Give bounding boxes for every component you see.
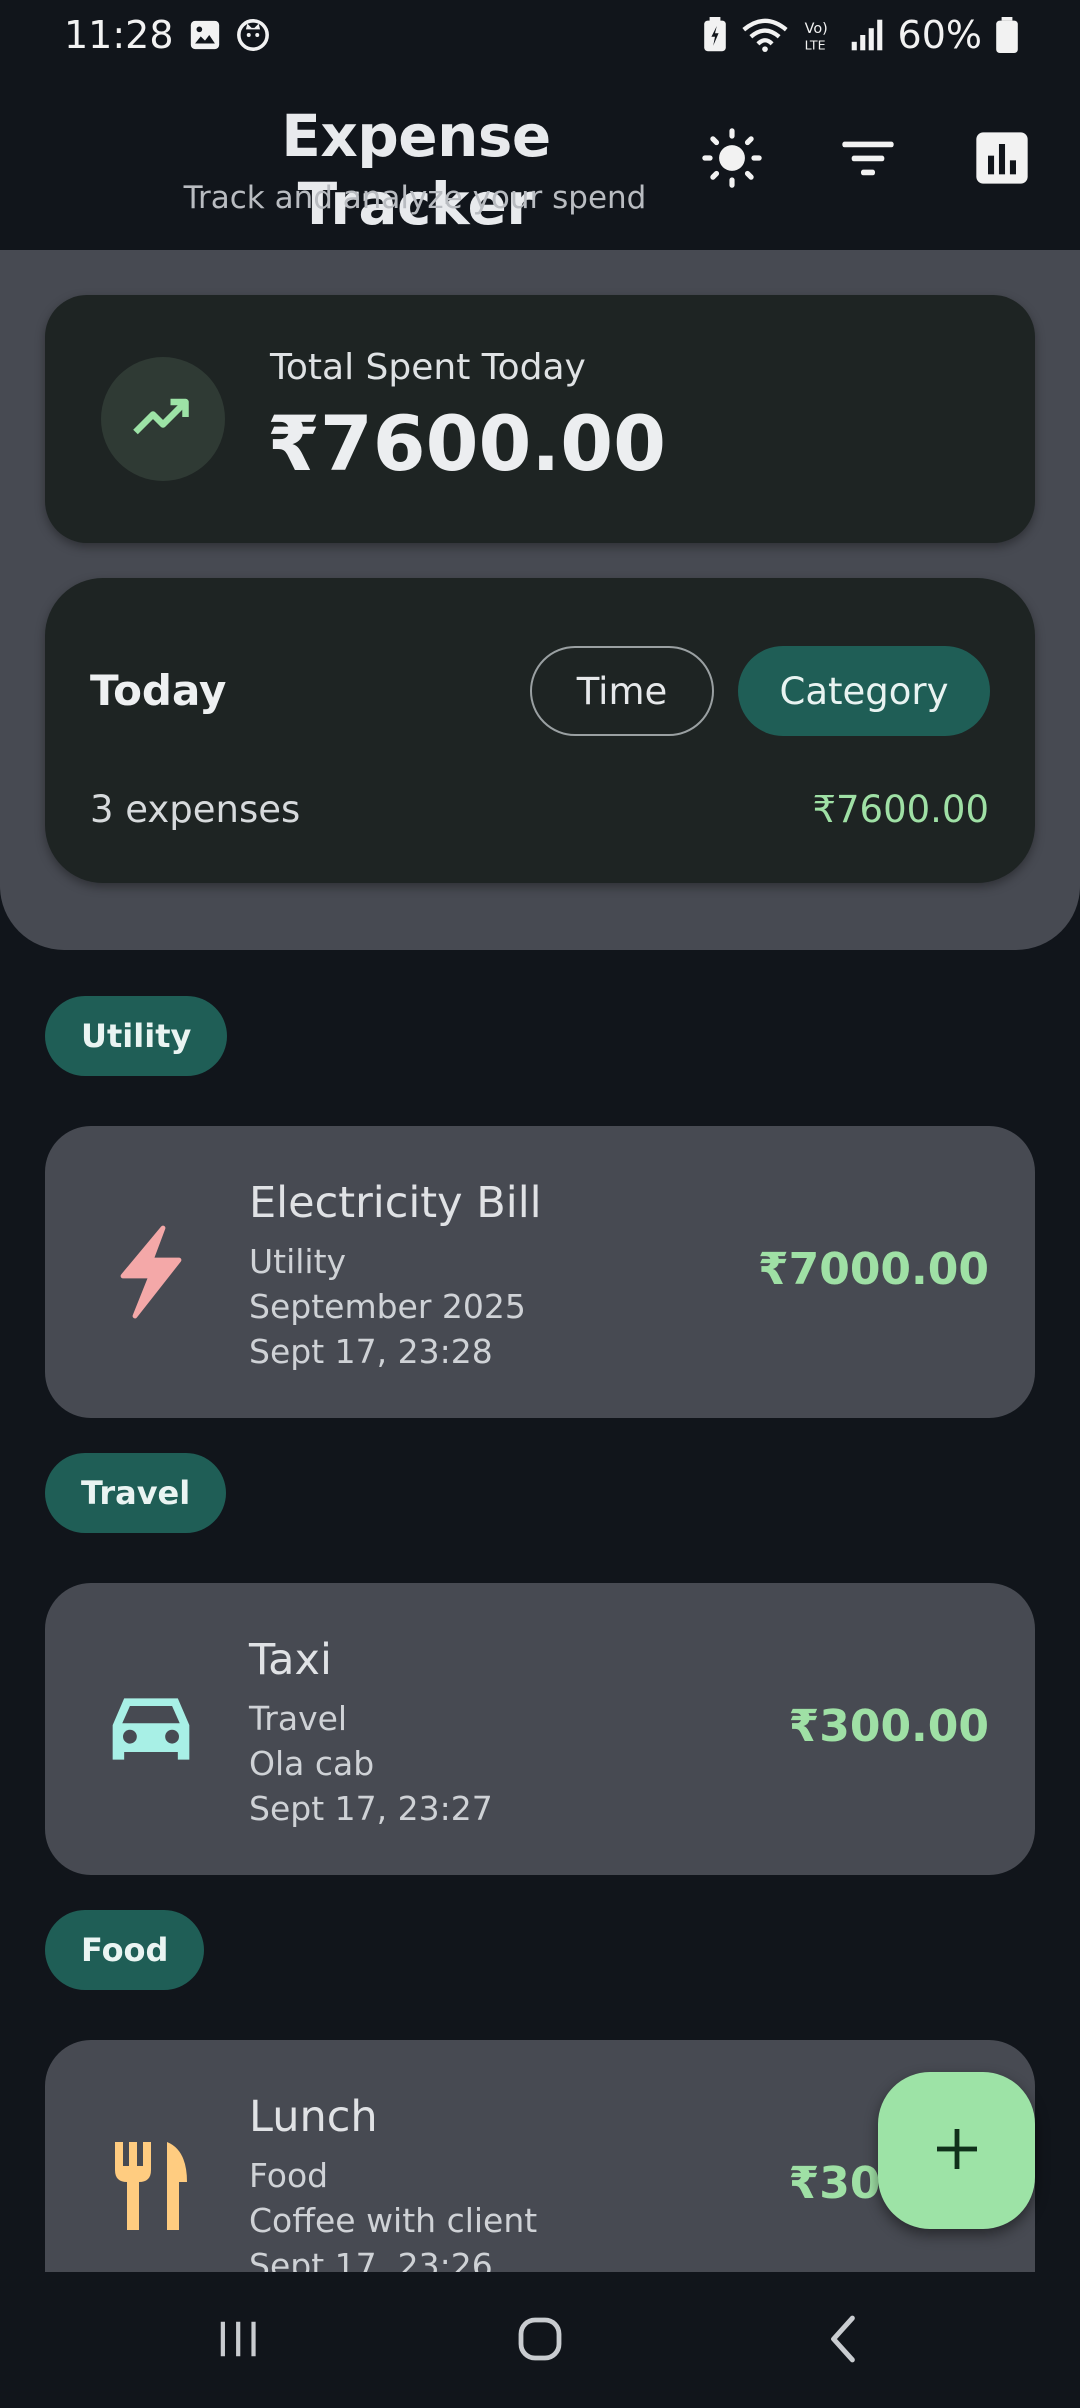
status-bar: 11:28 Vo) LTE 60%: [0, 0, 1080, 70]
svg-text:Vo): Vo): [804, 21, 827, 37]
gallery-icon: [188, 18, 222, 52]
period-filter-card: Today Time Category 3 expenses ₹7600.00: [45, 578, 1035, 883]
expense-category: Food: [249, 2156, 329, 2195]
group-by-category-button[interactable]: Category: [738, 646, 990, 736]
app-title: Expense Tracker: [281, 102, 551, 238]
app-header: Expense Tracker Track and analyze your s…: [0, 70, 1080, 250]
cat-face-icon: [236, 18, 270, 52]
analytics-button[interactable]: [964, 122, 1040, 198]
expense-note: Ola cab: [249, 1744, 375, 1783]
trend-badge: [101, 357, 225, 481]
status-time: 11:28: [64, 13, 174, 57]
category-chip-travel[interactable]: Travel: [45, 1453, 227, 1533]
expense-card[interactable]: Electricity Bill Utility September 2025 …: [45, 1126, 1035, 1418]
category-chip-utility[interactable]: Utility: [45, 996, 228, 1076]
lightning-bolt-icon: [101, 1222, 201, 1322]
expense-datetime: Sept 17, 23:26: [249, 2246, 493, 2272]
app-subtitle: Track and analyze your spend: [183, 180, 647, 216]
expense-title: Taxi: [249, 1635, 332, 1685]
trending-up-icon: [133, 397, 193, 441]
theme-toggle-button[interactable]: [694, 122, 770, 198]
group-by-time-button[interactable]: Time: [530, 646, 714, 736]
home-icon: [516, 2315, 564, 2367]
battery-percent: 60%: [897, 13, 982, 57]
expense-amount: ₹7000.00: [757, 1244, 989, 1295]
summary-sheet: Total Spent Today ₹7600.00 Today Time Ca…: [0, 250, 1080, 950]
recents-icon: [215, 2316, 261, 2366]
expense-datetime: Sept 17, 23:27: [249, 1789, 493, 1828]
category-chip-food[interactable]: Food: [45, 1910, 205, 1990]
expense-title: Lunch: [249, 2092, 378, 2142]
period-total: ₹7600.00: [812, 788, 989, 831]
volte-icon: Vo) LTE: [802, 17, 836, 53]
expense-count: 3 expenses: [90, 788, 301, 831]
filter-button[interactable]: [830, 122, 906, 198]
add-expense-button[interactable]: [878, 2072, 1035, 2229]
total-spent-card: Total Spent Today ₹7600.00: [45, 295, 1035, 543]
car-icon: [101, 1679, 201, 1779]
signal-icon: [850, 18, 884, 52]
plus-icon: [933, 2125, 981, 2177]
total-spent-label: Total Spent Today: [270, 347, 586, 388]
bar-chart-icon: [974, 130, 1030, 190]
expense-amount: ₹300.00: [788, 1701, 989, 1752]
home-button[interactable]: [500, 2306, 580, 2376]
expense-category: Travel: [249, 1699, 348, 1738]
expense-note: Coffee with client: [249, 2201, 538, 2240]
system-nav-bar: [0, 2272, 1080, 2408]
svg-text:LTE: LTE: [804, 37, 825, 52]
back-icon: [824, 2314, 864, 2368]
filter-list-icon: [840, 136, 896, 184]
recents-button[interactable]: [198, 2306, 278, 2376]
expense-category: Utility: [249, 1242, 347, 1281]
back-button[interactable]: [804, 2306, 884, 2376]
battery-icon: [996, 17, 1018, 53]
wifi-icon: [741, 17, 788, 53]
expense-card[interactable]: Taxi Travel Ola cab Sept 17, 23:27 ₹300.…: [45, 1583, 1035, 1875]
period-heading: Today: [90, 666, 227, 715]
battery-saver-icon: [702, 17, 728, 53]
expense-note: September 2025: [249, 1287, 526, 1326]
brightness-icon: [701, 127, 763, 193]
fork-knife-icon: [101, 2136, 201, 2236]
expense-title: Electricity Bill: [249, 1178, 542, 1228]
expense-datetime: Sept 17, 23:28: [249, 1332, 493, 1371]
total-spent-amount: ₹7600.00: [267, 399, 667, 488]
